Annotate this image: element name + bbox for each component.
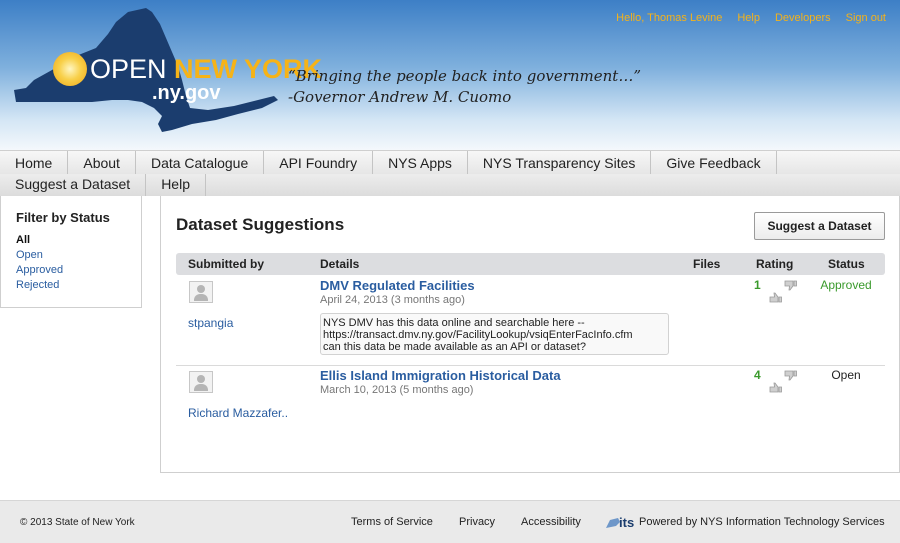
status-filter-panel: Filter by Status All Open Approved Rejec… [0, 196, 142, 308]
logo-domain-text: .ny.gov [152, 82, 221, 104]
column-rating: Rating [756, 257, 794, 271]
nav-home[interactable]: Home [0, 151, 69, 174]
rating-count: 4 [754, 368, 761, 382]
developers-link[interactable]: Developers [775, 12, 831, 24]
dataset-comment: NYS DMV has this data online and searcha… [320, 313, 669, 355]
table-row: Richard Mazzafer.. Ellis Island Immigrat… [176, 368, 885, 430]
quote-attribution: -Governor Andrew M. Cuomo [288, 88, 512, 106]
sun-icon [53, 52, 87, 86]
header-quote: “Bringing the people back into governmen… [288, 66, 641, 108]
dataset-title-link[interactable]: DMV Regulated Facilities [320, 278, 475, 293]
column-status: Status [828, 257, 865, 271]
column-files: Files [693, 257, 721, 271]
status-badge: Open [831, 368, 861, 382]
nav-help[interactable]: Help [146, 174, 206, 196]
suggestions-panel: Dataset Suggestions Suggest a Dataset Su… [160, 196, 900, 473]
dataset-date: April 24, 2013 (3 months ago) [320, 294, 465, 306]
sign-out-link[interactable]: Sign out [846, 12, 886, 24]
main-nav: Home About Data Catalogue API Foundry NY… [0, 150, 900, 174]
table-header: Submitted by Details Files Rating Status [176, 253, 885, 275]
nav-nys-apps[interactable]: NYS Apps [373, 151, 468, 174]
user-greeting-link[interactable]: Hello, Thomas Levine [616, 12, 722, 24]
avatar [189, 281, 213, 303]
page-title: Dataset Suggestions [176, 215, 345, 234]
column-submitted-by: Submitted by [188, 257, 265, 271]
powered-by-text: Powered by NYS Information Technology Se… [639, 516, 885, 528]
nav-api-foundry[interactable]: API Foundry [264, 151, 374, 174]
nav-transparency-sites[interactable]: NYS Transparency Sites [468, 151, 652, 174]
filter-all[interactable]: All [16, 233, 141, 248]
quote-line: “Bringing the people back into governmen… [288, 67, 641, 85]
account-links: Hello, Thomas Levine Help Developers Sig… [616, 12, 886, 24]
column-details: Details [320, 257, 360, 271]
nav-data-catalogue[interactable]: Data Catalogue [136, 151, 265, 174]
its-logo-icon: its [606, 515, 634, 530]
copyright-text: © 2013 State of New York [20, 517, 135, 528]
dataset-date: March 10, 2013 (5 months ago) [320, 384, 474, 396]
site-footer: © 2013 State of New York Terms of Servic… [0, 500, 900, 543]
filter-approved[interactable]: Approved [16, 263, 141, 278]
submitter-link[interactable]: stpangia [188, 316, 233, 330]
accessibility-link[interactable]: Accessibility [521, 516, 581, 528]
thumbs-down-icon[interactable] [784, 280, 797, 291]
nav-about[interactable]: About [68, 151, 136, 174]
filter-rejected[interactable]: Rejected [16, 278, 141, 293]
filter-open[interactable]: Open [16, 248, 141, 263]
help-link[interactable]: Help [737, 12, 760, 24]
rating-count: 1 [754, 278, 761, 292]
dataset-title-link[interactable]: Ellis Island Immigration Historical Data [320, 368, 561, 383]
privacy-link[interactable]: Privacy [459, 516, 495, 528]
its-logo-text: its [619, 515, 634, 530]
thumbs-up-icon[interactable] [769, 382, 782, 393]
filter-title: Filter by Status [16, 210, 110, 225]
logo-open-text: OPEN [90, 54, 167, 84]
thumbs-up-icon[interactable] [769, 292, 782, 303]
avatar [189, 371, 213, 393]
status-badge: Approved [820, 278, 872, 292]
thumbs-down-icon[interactable] [784, 370, 797, 381]
suggest-dataset-button[interactable]: Suggest a Dataset [754, 212, 885, 240]
sub-nav: Suggest a Dataset Help [0, 174, 900, 196]
nav-give-feedback[interactable]: Give Feedback [651, 151, 777, 174]
terms-link[interactable]: Terms of Service [351, 516, 433, 528]
submitter-link[interactable]: Richard Mazzafer.. [188, 406, 288, 420]
site-header: OPEN NEW YORK .ny.gov “Bringing the peop… [0, 0, 900, 150]
nav-suggest-dataset[interactable]: Suggest a Dataset [0, 174, 147, 196]
table-row: stpangia DMV Regulated Facilities April … [176, 278, 885, 366]
